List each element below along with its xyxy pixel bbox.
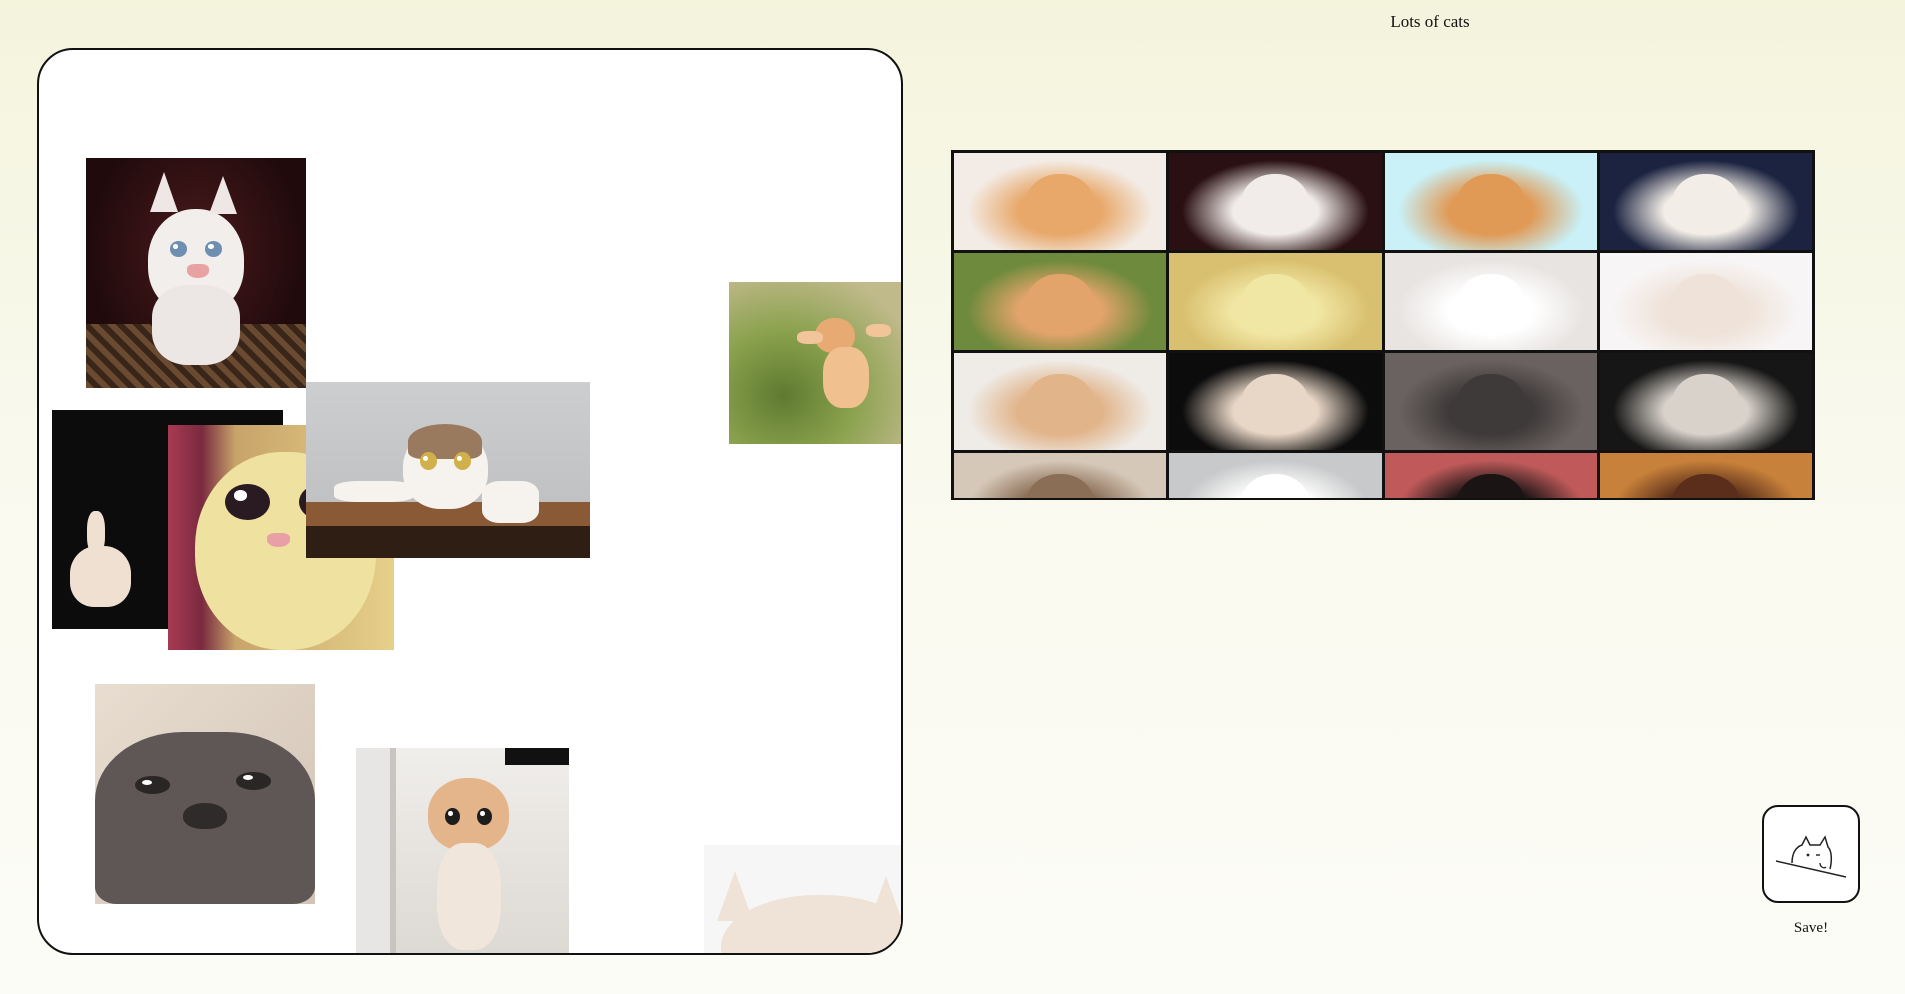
- cat-face: [1456, 174, 1525, 235]
- cat-face: [1241, 274, 1310, 335]
- sticker-jumping-orange-cat[interactable]: [729, 282, 901, 444]
- gallery-tile-lying-tabby-cat[interactable]: [954, 453, 1167, 498]
- gallery-tile-cat-eyes-closeup[interactable]: [1599, 453, 1812, 498]
- cat-face: [1026, 274, 1095, 335]
- cat-face: [1671, 174, 1740, 235]
- gallery-tile-white-cat-squint[interactable]: [1599, 253, 1812, 350]
- sticker-board[interactable]: [37, 48, 903, 955]
- sticker-white-cat-peeking[interactable]: [704, 845, 901, 953]
- gallery-tile-sleeping-orange-cat[interactable]: [954, 153, 1167, 250]
- sticker-white-kitten[interactable]: [86, 158, 306, 388]
- gallery-tile-polite-cat[interactable]: [1384, 253, 1597, 350]
- gallery-tile-white-cat-hands[interactable]: [1599, 153, 1812, 250]
- gallery-tile-shocked-cat[interactable]: [1169, 453, 1382, 498]
- sticker-standing-orange-kitten[interactable]: [356, 748, 569, 953]
- gallery-tile-jumping-orange-cat[interactable]: [954, 253, 1167, 350]
- gallery-tile-standing-kitten[interactable]: [954, 353, 1167, 450]
- page-title: Lots of cats: [1390, 12, 1470, 31]
- gallery-tile-cat-with-glasses[interactable]: [1384, 153, 1597, 250]
- save-button[interactable]: [1762, 805, 1860, 903]
- gallery-tile-black-cat-tongue[interactable]: [1384, 453, 1597, 498]
- cat-face: [1026, 374, 1095, 435]
- sticker-blurry-grey-cat[interactable]: [95, 684, 315, 904]
- cat-face: [1456, 374, 1525, 435]
- gallery-tile-grumpy-cat[interactable]: [1599, 353, 1812, 450]
- cat-face: [1241, 174, 1310, 235]
- gallery-tile-smiling-cat[interactable]: [1169, 253, 1382, 350]
- sticker-shocked-cat-on-shelf[interactable]: [306, 382, 590, 558]
- cat-face: [1671, 274, 1740, 335]
- cat-face: [1241, 374, 1310, 435]
- cat-peeking-icon: [1775, 835, 1847, 878]
- save-label: Save!: [1793, 920, 1829, 936]
- cat-face: [1456, 274, 1525, 335]
- gallery-tile-blurry-grey-cat[interactable]: [1384, 353, 1597, 450]
- cat-face: [1026, 174, 1095, 235]
- cat-face: [1671, 374, 1740, 435]
- cat-gallery-grid: [951, 150, 1815, 500]
- gallery-tile-thumbs-up-cat[interactable]: [1169, 353, 1382, 450]
- gallery-tile-white-kitten[interactable]: [1169, 153, 1382, 250]
